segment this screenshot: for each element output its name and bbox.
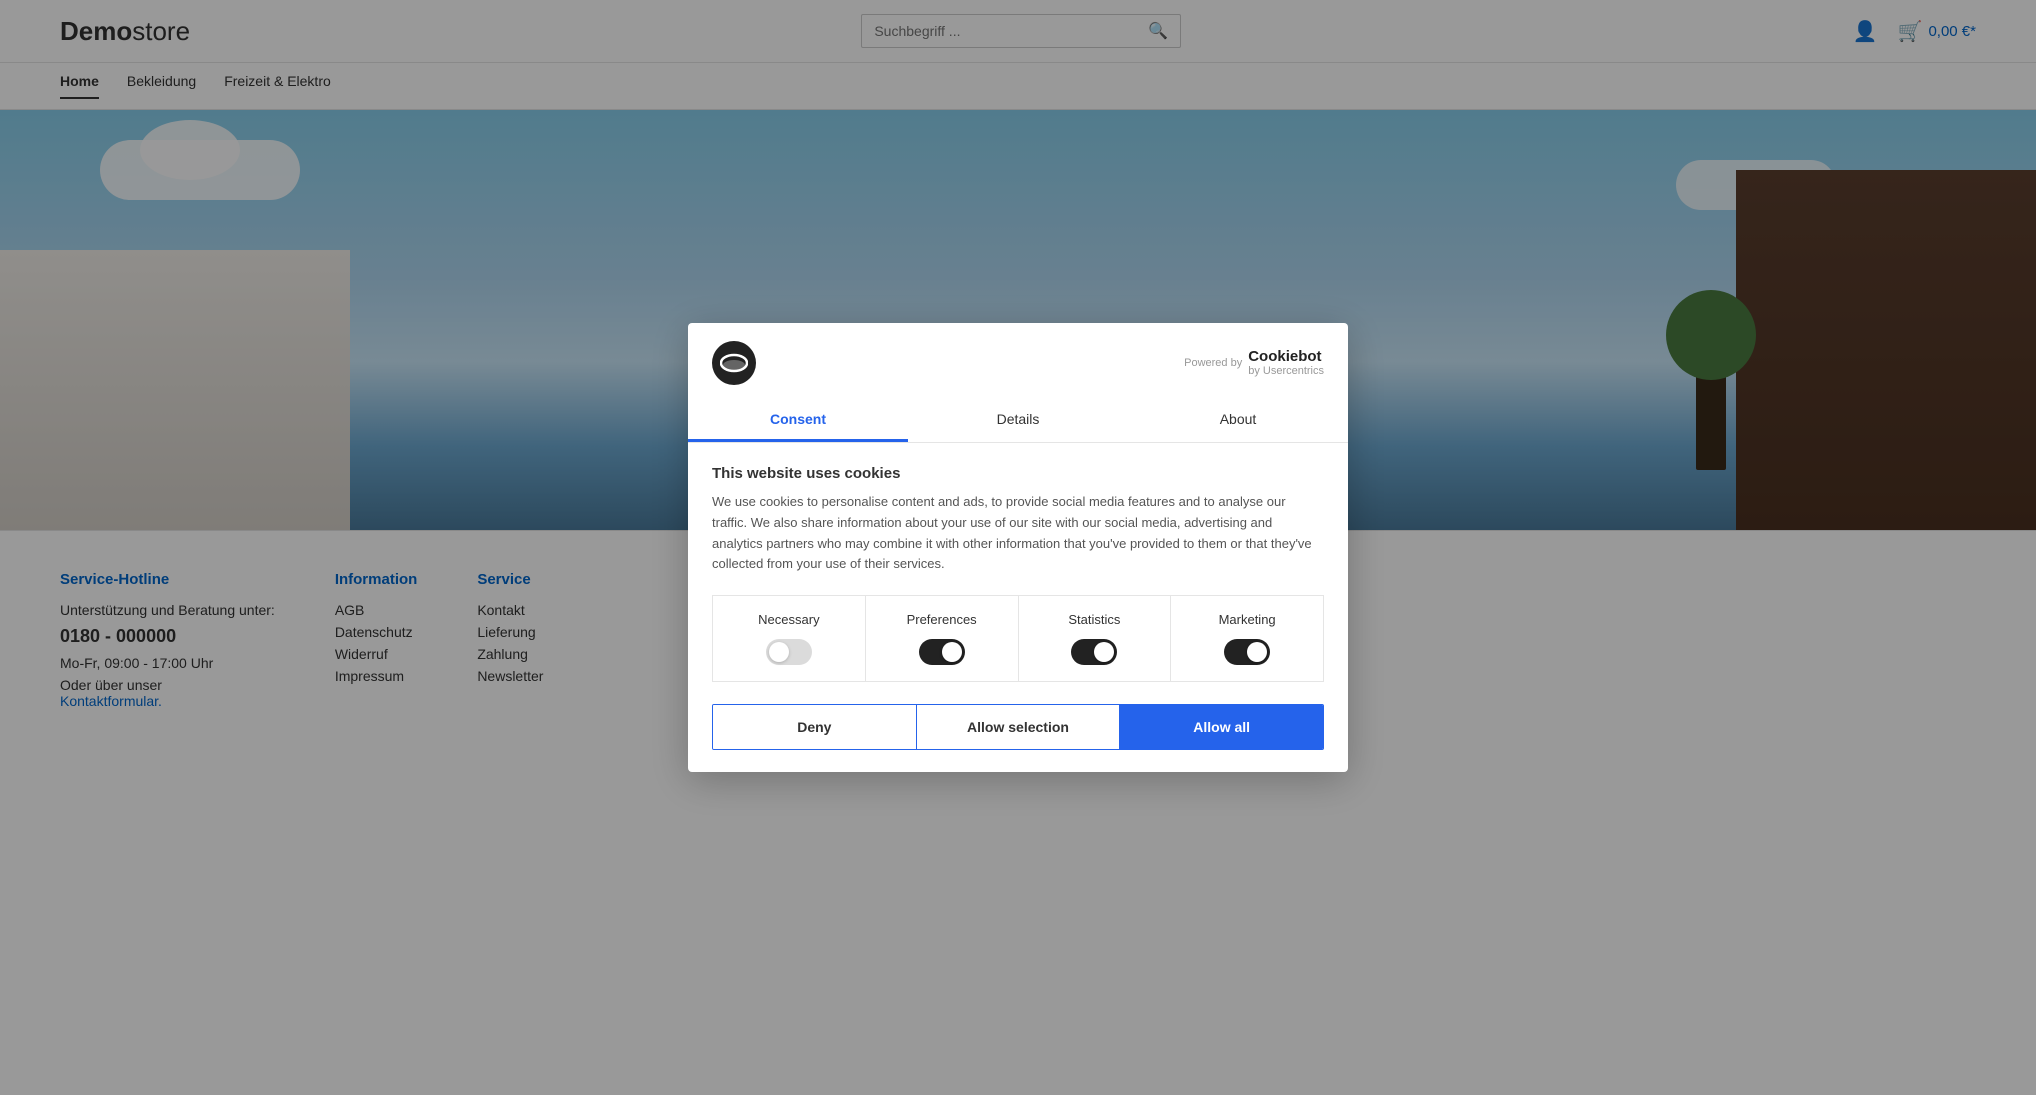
cookie-overlay: Powered by Cookiebot by Usercentrics Con… (0, 0, 2036, 1095)
cookie-description: We use cookies to personalise content an… (712, 492, 1324, 575)
toggle-necessary-label: Necessary (758, 612, 819, 627)
cookie-body: This website uses cookies We use cookies… (688, 443, 1348, 704)
powered-by-area: Powered by Cookiebot by Usercentrics (1184, 348, 1324, 377)
toggle-statistics-switch[interactable] (1071, 639, 1117, 665)
toggle-marketing: Marketing (1171, 596, 1323, 681)
allow-selection-button[interactable]: Allow selection (917, 705, 1121, 749)
toggle-statistics-label: Statistics (1068, 612, 1120, 627)
powered-by-label: Powered by (1184, 357, 1242, 369)
toggle-preferences-label: Preferences (907, 612, 977, 627)
toggle-statistics: Statistics (1019, 596, 1172, 681)
tab-details[interactable]: Details (908, 399, 1128, 442)
toggle-necessary: Necessary (713, 596, 866, 681)
cookie-brand-logo (712, 341, 756, 385)
cookie-title: This website uses cookies (712, 465, 1324, 482)
deny-button[interactable]: Deny (713, 705, 917, 749)
cookiebot-icon (720, 352, 748, 374)
allow-all-button[interactable]: Allow all (1120, 705, 1323, 749)
cookie-tabs: Consent Details About (688, 399, 1348, 443)
toggle-preferences-switch[interactable] (919, 639, 965, 665)
toggle-marketing-switch[interactable] (1224, 639, 1270, 665)
cookiebot-brand-name: Cookiebot (1248, 348, 1321, 365)
cookie-toggles-row: Necessary Preferences (712, 595, 1324, 682)
cookie-dialog-header: Powered by Cookiebot by Usercentrics (688, 323, 1348, 385)
tab-consent[interactable]: Consent (688, 399, 908, 442)
toggle-marketing-label: Marketing (1219, 612, 1276, 627)
toggle-necessary-switch[interactable] (766, 639, 812, 665)
cookiebot-sub-label: by Usercentrics (1248, 365, 1324, 377)
cookie-dialog: Powered by Cookiebot by Usercentrics Con… (688, 323, 1348, 772)
cookie-actions: Deny Allow selection Allow all (712, 704, 1324, 750)
cookiebot-brand-area: Cookiebot by Usercentrics (1248, 348, 1324, 377)
tab-about[interactable]: About (1128, 399, 1348, 442)
toggle-preferences: Preferences (866, 596, 1019, 681)
